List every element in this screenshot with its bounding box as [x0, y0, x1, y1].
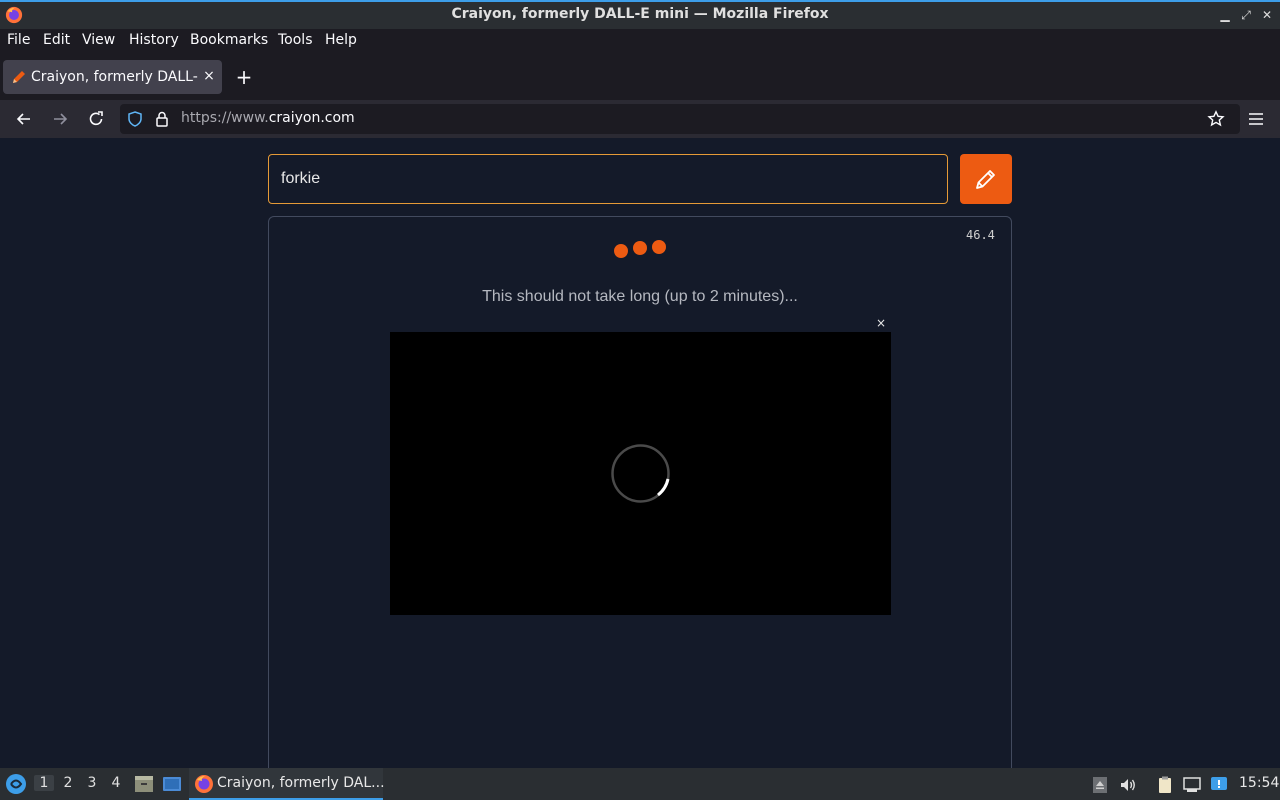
clock: 15:54 — [1239, 775, 1280, 791]
prompt-field[interactable] — [268, 154, 948, 204]
lock-icon[interactable] — [153, 110, 171, 128]
taskbar-firefox-task[interactable]: Craiyon, formerly DAL... — [189, 768, 385, 800]
loading-dots — [614, 240, 674, 260]
start-menu-icon[interactable] — [4, 772, 28, 796]
workspace-1[interactable]: 1 — [34, 775, 54, 791]
navigation-bar: https://www.craiyon.com — [0, 100, 1280, 138]
app-menu-icon[interactable] — [1247, 110, 1265, 128]
draw-button[interactable] — [960, 154, 1012, 204]
ad-close-icon[interactable]: × — [875, 317, 887, 329]
firefox-icon — [195, 775, 213, 793]
loading-dot — [614, 244, 628, 258]
close-window-icon[interactable]: ✕ — [1259, 7, 1275, 23]
menu-help[interactable]: Help — [325, 32, 357, 48]
window-titlebar: Craiyon, formerly DALL-E mini — Mozilla … — [0, 0, 1280, 29]
workspace-3[interactable]: 3 — [82, 775, 102, 791]
task-label: Craiyon, formerly DAL... — [217, 775, 385, 791]
workspace-2[interactable]: 2 — [58, 775, 78, 791]
tab-bar: Craiyon, formerly DALL-E mini × + — [0, 54, 1280, 100]
volume-icon[interactable] — [1118, 775, 1138, 795]
loading-dot — [652, 240, 666, 254]
menu-file[interactable]: File — [7, 32, 30, 48]
menu-view[interactable]: View — [82, 32, 115, 48]
forward-arrow-icon[interactable] — [50, 109, 70, 129]
new-tab-button[interactable]: + — [234, 67, 254, 87]
url-text[interactable]: https://www.craiyon.com — [181, 110, 355, 126]
tab-craiyon[interactable]: Craiyon, formerly DALL-E mini × — [3, 60, 222, 94]
tracking-shield-icon[interactable] — [126, 110, 144, 128]
show-desktop-icon[interactable] — [161, 773, 183, 795]
menu-bookmarks[interactable]: Bookmarks — [190, 32, 268, 48]
elapsed-timer: 46.4 — [966, 228, 995, 242]
window-title: Craiyon, formerly DALL-E mini — Mozilla … — [451, 6, 829, 22]
menu-bar: File Edit View History Bookmarks Tools H… — [0, 29, 1280, 54]
eject-icon[interactable] — [1090, 775, 1110, 795]
loading-dot — [633, 241, 647, 255]
pencil-favicon-icon — [13, 71, 25, 83]
menu-history[interactable]: History — [129, 32, 179, 48]
notifications-icon[interactable] — [1209, 775, 1229, 795]
reload-icon[interactable] — [86, 109, 106, 129]
network-icon[interactable] — [1182, 775, 1202, 795]
restore-icon[interactable]: ⤢ — [1238, 7, 1254, 23]
wait-message: This should not take long (up to 2 minut… — [482, 288, 798, 305]
back-arrow-icon[interactable] — [14, 109, 34, 129]
system-taskbar: 1 2 3 4 Craiyon, formerly DAL... 15:54 — [0, 768, 1280, 800]
loading-spinner-icon — [611, 444, 670, 503]
video-ad[interactable] — [390, 332, 891, 615]
tab-close-icon[interactable]: × — [201, 68, 217, 84]
workspace-4[interactable]: 4 — [106, 775, 126, 791]
menu-tools[interactable]: Tools — [278, 32, 313, 48]
menu-edit[interactable]: Edit — [43, 32, 70, 48]
url-domain: craiyon.com — [268, 110, 355, 126]
minimize-icon[interactable]: ▁ — [1217, 7, 1233, 23]
prompt-input[interactable] — [281, 167, 931, 191]
clipboard-icon[interactable] — [1155, 775, 1175, 795]
url-prefix: https://www. — [181, 110, 269, 126]
results-panel: 46.4 This should not take long (up to 2 … — [268, 216, 1012, 768]
file-manager-icon[interactable] — [133, 773, 155, 795]
page-viewport: 46.4 This should not take long (up to 2 … — [0, 138, 1280, 768]
url-bar[interactable]: https://www.craiyon.com — [120, 104, 1240, 134]
bookmark-star-icon[interactable] — [1207, 110, 1225, 128]
pencil-icon — [976, 170, 995, 189]
tab-label: Craiyon, formerly DALL-E mini — [31, 69, 199, 85]
